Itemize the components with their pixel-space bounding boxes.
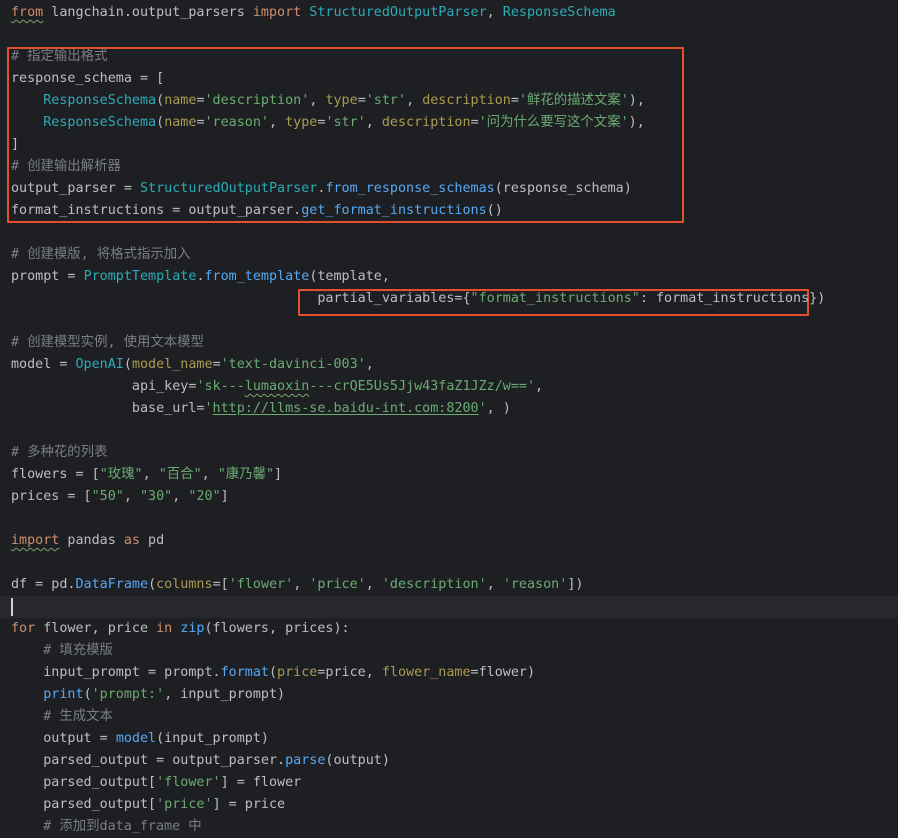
code-line[interactable]: # 生成文本 — [11, 706, 113, 728]
code-line[interactable]: output_parser = StructuredOutputParser.f… — [11, 178, 632, 200]
code-line[interactable]: parsed_output['flower'] = flower — [11, 772, 301, 794]
code-line[interactable]: # 创建模型实例, 使用文本模型 — [11, 332, 204, 354]
code-line[interactable]: prices = ["50", "30", "20"] — [11, 486, 229, 508]
code-line[interactable]: ] — [11, 134, 19, 156]
code-line[interactable]: # 创建模版, 将格式指示加入 — [11, 244, 191, 266]
code-line[interactable]: # 创建输出解析器 — [11, 156, 121, 178]
code-line[interactable]: print('prompt:', input_prompt) — [11, 684, 285, 706]
code-line[interactable]: # 填充模版 — [11, 640, 113, 662]
code-line[interactable]: api_key='sk---lumaoxin---crQE5Us5Jjw43fa… — [11, 376, 543, 398]
code-line[interactable]: format_instructions = output_parser.get_… — [11, 200, 503, 222]
code-line[interactable]: base_url='http://llms-se.baidu-int.com:8… — [11, 398, 511, 420]
code-editor[interactable]: from langchain.output_parsers import Str… — [0, 0, 898, 837]
code-line[interactable]: parsed_output['price'] = price — [11, 794, 285, 816]
code-line[interactable]: ResponseSchema(name='description', type=… — [11, 90, 645, 112]
code-line[interactable]: prompt = PromptTemplate.from_template(te… — [11, 266, 390, 288]
code-line[interactable]: model = OpenAI(model_name='text-davinci-… — [11, 354, 374, 376]
code-line[interactable]: for flower, price in zip(flowers, prices… — [11, 618, 350, 640]
code-line[interactable]: # 指定输出格式 — [11, 46, 107, 68]
text-caret — [11, 598, 13, 616]
code-line[interactable]: input_prompt = prompt.format(price=price… — [11, 662, 535, 684]
code-line[interactable]: output = model(input_prompt) — [11, 728, 269, 750]
code-line[interactable]: partial_variables={"format_instructions"… — [11, 288, 825, 310]
code-line[interactable]: df = pd.DataFrame(columns=['flower', 'pr… — [11, 574, 583, 596]
code-line[interactable]: # 添加到data_frame 中 — [11, 816, 201, 838]
code-line[interactable]: ResponseSchema(name='reason', type='str'… — [11, 112, 645, 134]
code-line[interactable]: import pandas as pd — [11, 530, 164, 552]
code-line[interactable]: # 多种花的列表 — [11, 442, 107, 464]
code-line[interactable]: response_schema = [ — [11, 68, 164, 90]
code-line[interactable]: flowers = ["玫瑰", "百合", "康乃馨"] — [11, 464, 282, 486]
code-line[interactable]: parsed_output = output_parser.parse(outp… — [11, 750, 390, 772]
code-line[interactable]: from langchain.output_parsers import Str… — [11, 2, 616, 24]
current-line-highlight — [0, 596, 898, 618]
